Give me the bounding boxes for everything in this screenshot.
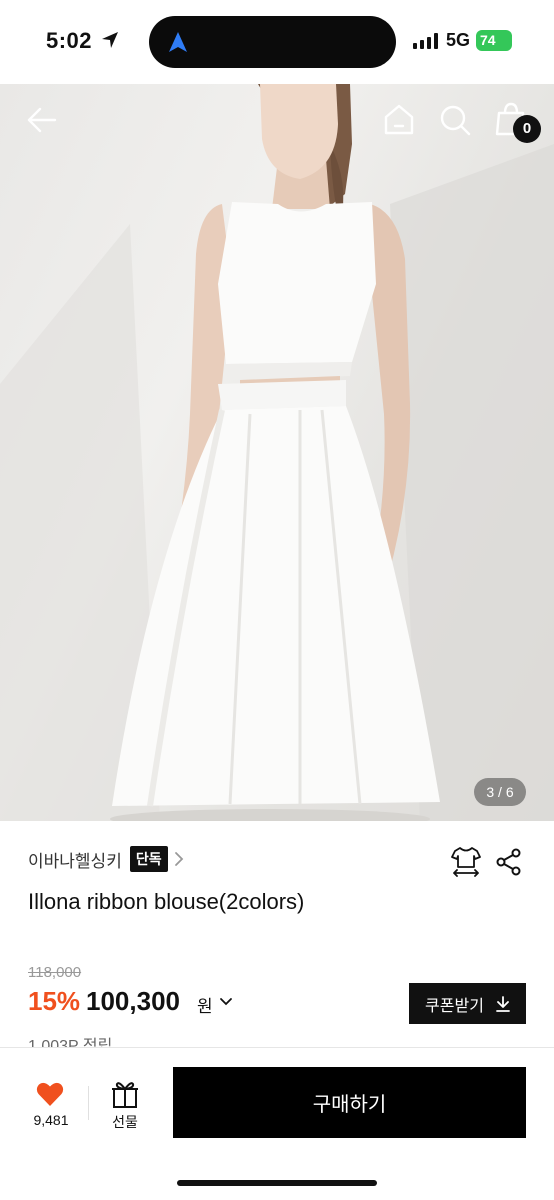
size-guide-icon[interactable]: [451, 845, 481, 877]
product-image-carousel[interactable]: [0, 84, 554, 821]
back-arrow-icon[interactable]: [22, 100, 62, 140]
image-page-indicator: 3 / 6: [474, 778, 526, 806]
download-icon: [496, 995, 510, 1012]
share-icon[interactable]: [496, 848, 522, 876]
navigation-icon: [169, 32, 187, 52]
reward-points: 1,003P 적립: [28, 1038, 113, 1048]
battery-level: 74: [480, 32, 496, 48]
buy-button[interactable]: 구매하기: [173, 1067, 526, 1138]
status-bar: 5:02 5G 74: [0, 0, 554, 84]
discount-rate: 15%: [28, 986, 81, 1016]
location-arrow-icon: [102, 32, 118, 48]
heart-icon[interactable]: [36, 1081, 64, 1107]
home-icon[interactable]: [379, 100, 419, 140]
chevron-right-icon: [174, 852, 183, 866]
coupon-label: 쿠폰받기: [425, 997, 484, 1015]
network-type: 5G: [446, 30, 471, 50]
gift-label[interactable]: 선물: [100, 1112, 150, 1132]
battery-icon: 74: [476, 30, 512, 51]
status-time: 5:02: [46, 28, 93, 53]
cart-count-badge[interactable]: 0: [513, 115, 541, 143]
home-indicator: [177, 1180, 377, 1186]
divider: [88, 1086, 89, 1120]
brand-name[interactable]: 이바나헬싱키: [28, 847, 122, 872]
like-count: 9,481: [33, 1112, 69, 1128]
gift-icon[interactable]: [111, 1079, 139, 1109]
product-photo: [0, 84, 554, 821]
signal-icon: [413, 33, 438, 49]
brand-link[interactable]: 이바나헬싱키 단독: [28, 846, 184, 872]
exclusive-badge: 단독: [129, 846, 168, 872]
sale-price: 100,300: [86, 986, 180, 1016]
coupon-download-button[interactable]: 쿠폰받기: [409, 983, 526, 1024]
currency-label[interactable]: 원: [197, 992, 213, 1017]
search-icon[interactable]: [435, 100, 475, 140]
product-title: Illona ribbon blouse(2colors): [28, 889, 305, 914]
original-price: 118,000: [28, 964, 82, 981]
chevron-down-icon[interactable]: [219, 996, 233, 1008]
